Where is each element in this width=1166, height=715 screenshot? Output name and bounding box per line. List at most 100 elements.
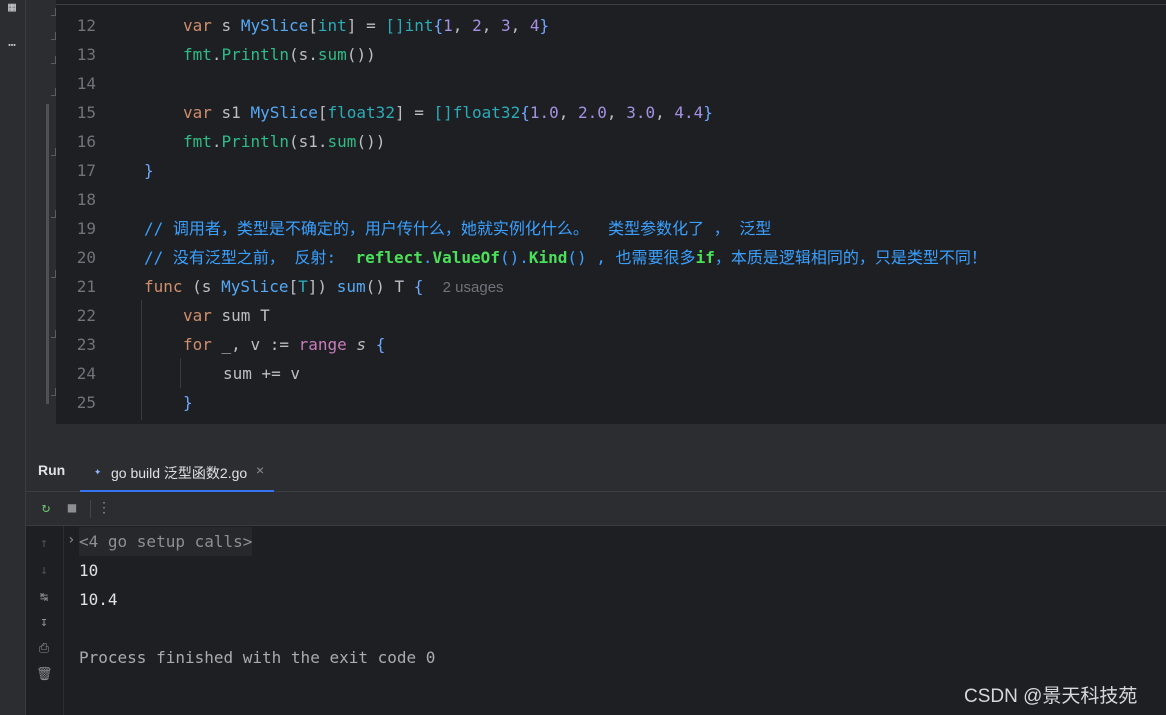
loop-vars: _, v := [211, 335, 299, 354]
method-call: sum [327, 132, 357, 151]
close-icon[interactable]: × [256, 462, 264, 478]
dot: . [211, 132, 222, 151]
setup-calls-folded[interactable]: <4 go setup calls> [79, 527, 253, 556]
line-number: 13 [76, 45, 96, 64]
output-line: 10 [79, 561, 99, 580]
brace: } [703, 103, 713, 122]
bracket: ]) [307, 277, 328, 296]
comma: , [606, 103, 627, 122]
dot: . [308, 45, 318, 64]
line-number: 23 [76, 335, 96, 354]
bracket: ] [346, 16, 357, 35]
comment-text: . [422, 248, 433, 267]
bracket: [ [288, 277, 299, 296]
panel-scrollbar[interactable] [46, 104, 49, 404]
options-icon[interactable]: ⋮ [96, 500, 112, 516]
line-number: 18 [76, 190, 96, 209]
number: 1 [443, 16, 453, 35]
toolbar-separator [90, 500, 91, 518]
print-icon[interactable]: ⎙ [36, 641, 52, 657]
keyword-func: func [144, 277, 183, 296]
comma: , [510, 16, 530, 35]
identifier: s [346, 335, 376, 354]
function-name: sum [336, 277, 366, 296]
line-number: 16 [76, 132, 96, 151]
comment-code: ValueOf [432, 248, 500, 267]
number: 3 [500, 16, 511, 35]
code-line-21: func (s MySlice[T]) sum() T { 2 usages [144, 272, 504, 301]
line-number-gutter: 12 13 14 15 16 17 18 19 20 21 22 23 24 2… [56, 0, 136, 424]
trash-icon[interactable]: 🗑 [36, 667, 53, 683]
package-name: fmt [183, 132, 212, 151]
fold-arrow-icon[interactable]: › [67, 532, 75, 548]
up-arrow-icon[interactable]: ↑ [36, 536, 52, 552]
bracket: ] [394, 103, 405, 122]
activity-bar: ▦ ⋯ [0, 0, 26, 715]
paren: () [356, 132, 376, 151]
line-number: 12 [76, 16, 96, 35]
type-name: MySlice [221, 277, 289, 296]
comma: , [481, 16, 501, 35]
bracket: [ [308, 16, 318, 35]
number: 3.0 [626, 103, 656, 122]
code-line-15: var s1 MySlice[float32] = []float32{1.0,… [183, 98, 713, 127]
rerun-icon[interactable]: ↻ [38, 500, 54, 516]
line-number: 24 [76, 364, 96, 383]
comment-text: () , 也需要很多 [567, 248, 696, 267]
keyword-range: range [298, 335, 347, 354]
keyword-for: for [183, 335, 212, 354]
paren: ) [366, 45, 376, 64]
soft-wrap-icon[interactable]: ↹ [36, 590, 52, 606]
run-tab-go-build[interactable]: ✦ go build 泛型函数2.go × [80, 452, 274, 492]
scroll-to-end-icon[interactable]: ↧ [36, 615, 52, 631]
dot: . [317, 132, 328, 151]
down-arrow-icon[interactable]: ↓ [36, 563, 52, 579]
brace: { [413, 277, 424, 296]
number: 1.0 [529, 103, 559, 122]
element-type: int [404, 16, 434, 35]
structure-icon[interactable]: ▦ [2, 0, 22, 16]
paren: ) [375, 132, 386, 151]
run-title: Run [38, 462, 66, 478]
identifier: s [211, 16, 241, 35]
project-panel-edge [26, 0, 56, 450]
number: 2.0 [578, 103, 607, 122]
dot: . [211, 45, 222, 64]
paren: ( [288, 45, 299, 64]
comment-code: Kind [528, 248, 568, 267]
number: 4.4 [674, 103, 704, 122]
brace: } [539, 16, 550, 35]
number: 4 [529, 16, 540, 35]
exit-message: Process finished with the exit code 0 [79, 648, 436, 667]
keyword-var: var [183, 306, 212, 325]
type-arg: int [317, 16, 347, 35]
paren: () [365, 277, 385, 296]
identifier: s1 [298, 132, 318, 151]
stop-icon[interactable]: ■ [64, 500, 80, 516]
operator: = [356, 16, 386, 35]
comma: , [655, 103, 675, 122]
brace: { [520, 103, 530, 122]
more-icon[interactable]: ⋯ [2, 38, 22, 54]
code-line-22: var sum T [183, 301, 270, 330]
usages-hint[interactable]: 2 usages [443, 279, 504, 296]
editor-top-border [56, 0, 1166, 5]
operator: = [404, 103, 434, 122]
element-type: float32 [452, 103, 521, 122]
line-number: 25 [76, 393, 96, 412]
output-line: 10.4 [79, 590, 118, 609]
console-side-toolbar: ↑ ↓ ↹ ↧ ⎙ 🗑 [26, 526, 64, 715]
line-number: 14 [76, 74, 96, 93]
bracket: [ [317, 103, 328, 122]
code-line-20: // 没有泛型之前， 反射: reflect.ValueOf().Kind() … [144, 243, 987, 272]
line-number: 15 [76, 103, 96, 122]
identifier: s [298, 45, 309, 64]
type-arg: float32 [327, 103, 395, 122]
panel-divider[interactable] [56, 424, 1166, 450]
code-editor[interactable]: 12 13 14 15 16 17 18 19 20 21 22 23 24 2… [56, 0, 1166, 424]
code-line-24: sum += v [223, 364, 301, 383]
paren: () [346, 45, 367, 64]
line-number: 22 [76, 306, 96, 325]
type-name: MySlice [250, 103, 318, 122]
